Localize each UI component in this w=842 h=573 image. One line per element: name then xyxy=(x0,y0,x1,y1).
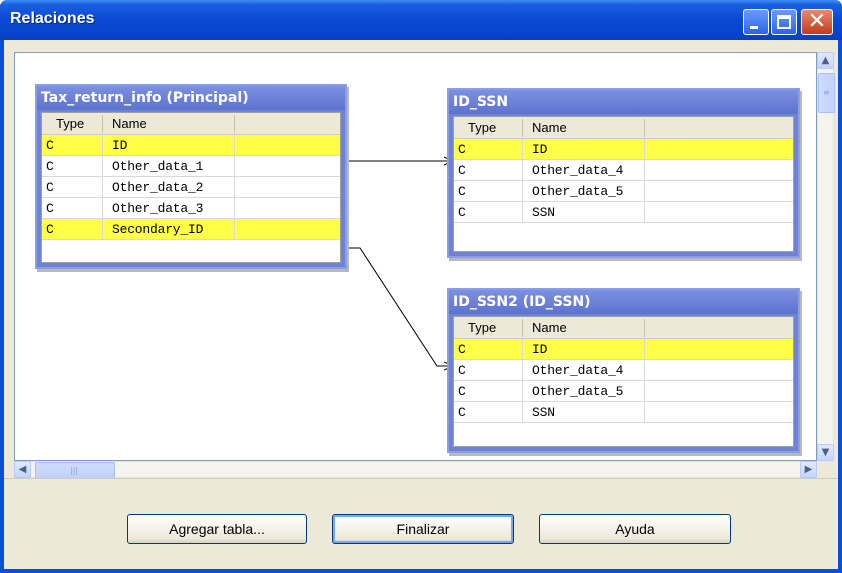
header-type: Type xyxy=(468,120,497,135)
minimize-icon xyxy=(750,26,758,29)
table-fields: Type Name C ID C Other_data_4 C Other_da… xyxy=(453,116,794,252)
horizontal-scrollbar[interactable]: ◀ ||| ▶ xyxy=(14,461,817,479)
table-row[interactable]: C ID xyxy=(454,139,793,160)
relations-window: Relaciones ✕ Tax_return_info (Principal) xyxy=(0,0,842,573)
header-name: Name xyxy=(112,116,147,131)
table-row[interactable]: C ID xyxy=(42,135,340,156)
relations-canvas[interactable]: Tax_return_info (Principal) Type Name C … xyxy=(14,52,817,461)
relation-line-secondary-id xyxy=(347,247,453,366)
table-fields: Type Name C ID C Other_data_4 C Other_da… xyxy=(453,316,794,447)
close-button[interactable]: ✕ xyxy=(801,9,833,35)
table-row[interactable]: C Other_data_3 xyxy=(42,198,340,219)
scroll-right-button[interactable]: ▶ xyxy=(800,461,817,478)
vertical-scroll-thumb[interactable]: ≡ xyxy=(818,73,835,113)
close-icon: ✕ xyxy=(807,9,827,34)
table-id-ssn2[interactable]: ID_SSN2 (ID_SSN) Type Name C ID C Other_… xyxy=(447,288,800,453)
table-id-ssn[interactable]: ID_SSN Type Name C ID C Other_data_4 C O… xyxy=(447,88,800,258)
table-row[interactable]: C Other_data_4 xyxy=(454,360,793,381)
add-table-button[interactable]: Agregar tabla... xyxy=(127,514,307,544)
title-bar[interactable]: Relaciones ✕ xyxy=(0,0,842,40)
scroll-down-button[interactable]: ▼ xyxy=(817,444,834,461)
maximize-button[interactable] xyxy=(771,9,797,35)
header-type: Type xyxy=(468,320,497,335)
table-tax-return-info[interactable]: Tax_return_info (Principal) Type Name C … xyxy=(35,84,347,269)
window-title: Relaciones xyxy=(10,10,95,27)
horizontal-scroll-thumb[interactable]: ||| xyxy=(35,462,115,479)
table-title[interactable]: ID_SSN2 (ID_SSN) xyxy=(449,290,798,314)
maximize-icon xyxy=(777,15,791,29)
button-bar: Agregar tabla... Finalizar Ayuda xyxy=(4,478,838,569)
table-row[interactable]: C SSN xyxy=(454,402,793,423)
vertical-scrollbar[interactable]: ▲ ≡ ▼ xyxy=(817,52,835,461)
dialog-client: Tax_return_info (Principal) Type Name C … xyxy=(4,40,838,569)
table-fields: Type Name C ID C Other_data_1 C Other_da… xyxy=(41,112,341,263)
table-title[interactable]: ID_SSN xyxy=(449,90,798,114)
scroll-left-button[interactable]: ◀ xyxy=(14,461,31,478)
table-row[interactable]: C SSN xyxy=(454,202,793,223)
scroll-up-button[interactable]: ▲ xyxy=(817,52,834,69)
table-row[interactable]: C Other_data_1 xyxy=(42,156,340,177)
help-button[interactable]: Ayuda xyxy=(539,514,731,544)
header-name: Name xyxy=(532,120,567,135)
header-type: Type xyxy=(56,116,85,131)
table-title[interactable]: Tax_return_info (Principal) xyxy=(37,86,345,110)
column-header: Type Name xyxy=(454,317,793,339)
table-row[interactable]: C Secondary_ID xyxy=(42,219,340,240)
column-header: Type Name xyxy=(42,113,340,135)
table-row[interactable]: C Other_data_2 xyxy=(42,177,340,198)
minimize-button[interactable] xyxy=(743,9,769,35)
table-row[interactable]: C Other_data_5 xyxy=(454,181,793,202)
table-row[interactable]: C Other_data_4 xyxy=(454,160,793,181)
table-row[interactable]: C Other_data_5 xyxy=(454,381,793,402)
header-name: Name xyxy=(532,320,567,335)
table-row[interactable]: C ID xyxy=(454,339,793,360)
finish-button[interactable]: Finalizar xyxy=(332,514,514,544)
column-header: Type Name xyxy=(454,117,793,139)
